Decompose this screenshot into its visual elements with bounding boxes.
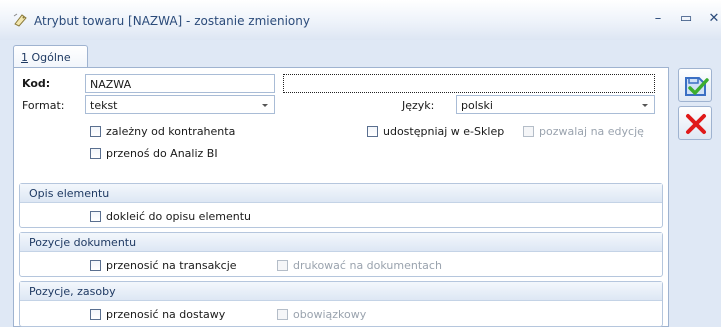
save-button[interactable] <box>678 68 712 102</box>
jezyk-select[interactable]: polski <box>456 95 655 114</box>
kod-label: Kod: <box>22 77 51 90</box>
transakcje-checkbox[interactable]: przenosić na transakcje <box>90 259 237 273</box>
kod-description-input[interactable] <box>283 74 655 93</box>
format-value: tekst <box>90 99 118 112</box>
chevron-down-icon <box>642 104 648 107</box>
chevron-down-icon <box>262 104 268 107</box>
checkbox-box <box>277 260 288 271</box>
format-label: Format: <box>22 99 65 112</box>
przenos-bi-label: przenoś do Analiz BI <box>106 147 218 160</box>
cancel-button[interactable] <box>678 106 712 140</box>
dokleic-checkbox[interactable]: dokleić do opisu elementu <box>90 210 251 224</box>
close-button[interactable]: ✕ <box>706 11 721 27</box>
dostawy-checkbox[interactable]: przenosić na dostawy <box>90 308 225 322</box>
jezyk-label: Język: <box>402 99 435 112</box>
checkbox-box <box>90 260 101 271</box>
section-pozycje-zas-title: Pozycje, zasoby <box>20 282 662 301</box>
edycja-checkbox: pozwalaj na edycję <box>523 125 644 139</box>
kod-value: NAZWA <box>90 78 132 91</box>
attribute-tag-icon <box>13 13 27 27</box>
jezyk-value: polski <box>461 99 493 112</box>
obowiazkowy-checkbox: obowiązkowy <box>277 308 366 322</box>
title-bar: Atrybut towaru [NAZWA] - zostanie zmieni… <box>0 0 721 40</box>
tab-number: 1 <box>21 51 28 64</box>
drukowac-checkbox: drukować na dokumentach <box>277 259 442 273</box>
obowiazkowy-label: obowiązkowy <box>293 308 367 321</box>
checkbox-box <box>90 211 101 222</box>
checkbox-box <box>367 126 378 137</box>
tab-label: Ogólne <box>31 51 71 64</box>
section-pozycje-dok-title: Pozycje dokumentu <box>20 233 662 252</box>
window-title: Atrybut towaru [NAZWA] - zostanie zmieni… <box>34 14 310 28</box>
przenos-bi-checkbox[interactable]: przenoś do Analiz BI <box>90 147 218 161</box>
checkbox-box <box>90 126 101 137</box>
section-pozycje-dokumentu: Pozycje dokumentu przenosić na transakcj… <box>19 232 663 277</box>
tab-ogolne[interactable]: 1 Ogólne <box>13 45 88 68</box>
section-pozycje-zasoby: Pozycje, zasoby przenosić na dostawy obo… <box>19 281 663 327</box>
zalezny-label: zależny od kontrahenta <box>106 125 236 138</box>
drukowac-label: drukować na dokumentach <box>293 259 442 272</box>
edycja-label: pozwalaj na edycję <box>539 125 644 138</box>
section-opis-title: Opis elementu <box>20 184 662 203</box>
zalezny-checkbox[interactable]: zależny od kontrahenta <box>90 125 235 139</box>
save-check-icon <box>685 77 709 96</box>
kod-input[interactable]: NAZWA <box>85 74 275 93</box>
checkbox-box <box>523 126 534 137</box>
transakcje-label: przenosić na transakcje <box>106 259 237 272</box>
maximize-button[interactable]: ▭ <box>678 11 694 27</box>
minimize-button[interactable]: – <box>650 11 666 27</box>
red-x-icon <box>686 114 706 134</box>
dostawy-label: przenosić na dostawy <box>106 308 226 321</box>
dokleic-label: dokleić do opisu elementu <box>106 210 252 223</box>
section-opis-elementu: Opis elementu dokleić do opisu elementu <box>19 183 663 228</box>
eskelp-checkbox[interactable]: udostępniaj w e-Sklep <box>367 125 504 139</box>
checkbox-box <box>90 148 101 159</box>
main-panel: Kod: NAZWA Format: tekst Język: polski z… <box>13 67 669 327</box>
checkbox-box <box>277 309 288 320</box>
checkbox-box <box>90 309 101 320</box>
eskelp-label: udostępniaj w e-Sklep <box>383 125 505 138</box>
format-select[interactable]: tekst <box>85 95 275 114</box>
